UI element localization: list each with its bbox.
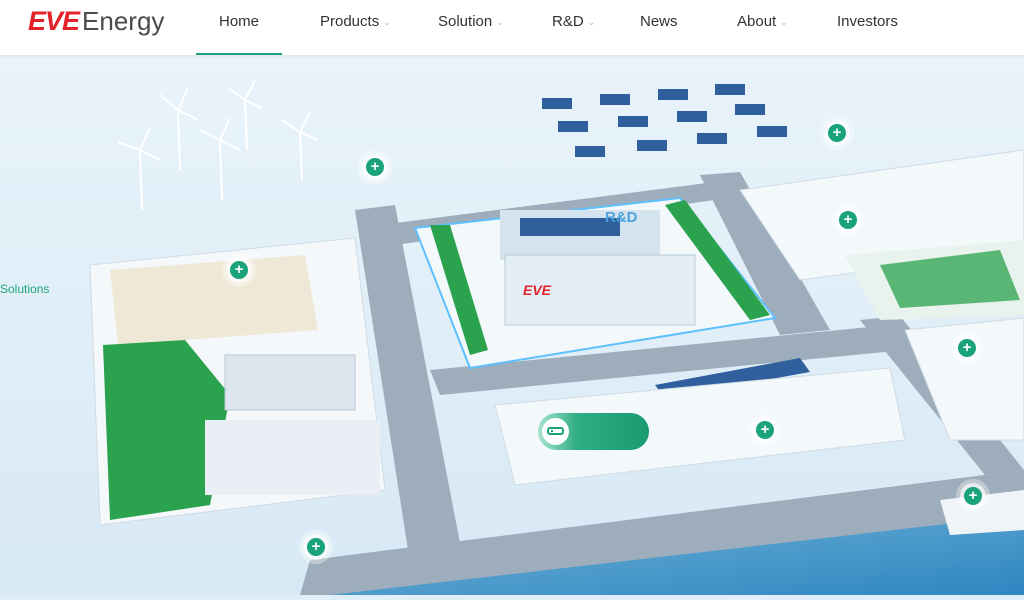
nav-solution-label: Solution xyxy=(438,13,493,30)
hotspot-mining[interactable]: + xyxy=(226,257,252,283)
nav-investors[interactable]: Investors xyxy=(837,0,898,55)
warehouse xyxy=(224,354,356,411)
bus-icon xyxy=(542,418,569,445)
scene-illustration: R&D EVE xyxy=(0,55,1024,595)
eve-energy-logo[interactable]: EVE Energy xyxy=(28,6,164,38)
plus-icon: + xyxy=(828,124,846,142)
nav-about-label: About xyxy=(737,13,777,30)
plus-icon: + xyxy=(307,538,325,556)
plus-icon: + xyxy=(230,261,248,279)
hotspot-ev[interactable]: + xyxy=(954,335,980,361)
plus-icon: + xyxy=(958,339,976,357)
hotspot-solar[interactable]: + xyxy=(824,120,850,146)
chevron-down-icon: ⌄ xyxy=(780,17,788,28)
nav-investors-label: Investors xyxy=(837,13,898,30)
plus-icon: + xyxy=(756,421,774,439)
hotspot-datacenter[interactable]: + xyxy=(835,207,861,233)
industrial-park-scene: R&D EVE Solutions + + + + + + + + xyxy=(0,55,1024,595)
rd-sign: R&D xyxy=(605,209,638,226)
hotspot-port[interactable]: + xyxy=(960,483,986,509)
nav-home-label: Home xyxy=(219,13,260,30)
plus-icon: + xyxy=(964,487,982,505)
rd-logo-sign: EVE xyxy=(523,282,552,298)
chevron-down-icon: ⌄ xyxy=(383,17,391,28)
chevron-down-icon: ⌄ xyxy=(587,17,596,28)
chevron-down-icon: ⌄ xyxy=(496,17,504,28)
nav-home[interactable]: Home xyxy=(195,0,283,55)
loading-yard xyxy=(205,420,380,495)
solutions-side-label[interactable]: Solutions xyxy=(0,282,49,296)
logo-mark: EVE xyxy=(28,6,80,36)
nav-news-label: News xyxy=(640,13,678,30)
nav-rd[interactable]: R&D ⌄ xyxy=(552,0,595,55)
hotspot-logistics[interactable]: + xyxy=(303,534,329,560)
nav-about[interactable]: About ⌄ xyxy=(737,0,788,55)
logo-word: Energy xyxy=(82,6,165,36)
nav-solution[interactable]: Solution ⌄ xyxy=(438,0,504,55)
site-header: EVE Energy Home Products ⌄ Solution ⌄ R&D ⌄… xyxy=(0,0,1024,55)
sand-area xyxy=(110,255,318,345)
nav-products[interactable]: Products ⌄ xyxy=(320,0,391,55)
nav-products-label: Products xyxy=(320,13,380,30)
plus-icon: + xyxy=(839,211,857,229)
bus-solution-pill[interactable] xyxy=(538,413,649,450)
nav-rd-label: R&D xyxy=(552,13,584,30)
hotspot-storage[interactable]: + xyxy=(362,154,388,180)
hotspot-charging[interactable]: + xyxy=(752,417,778,443)
plus-icon: + xyxy=(366,158,384,176)
nav-news[interactable]: News xyxy=(640,0,678,55)
